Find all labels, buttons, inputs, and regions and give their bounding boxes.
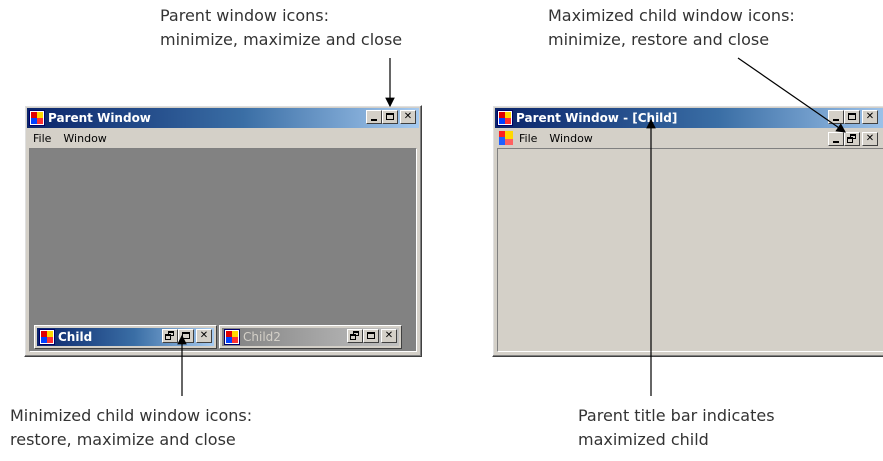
max-child-icons-arrow <box>737 57 846 133</box>
callout-arrows <box>177 57 846 396</box>
